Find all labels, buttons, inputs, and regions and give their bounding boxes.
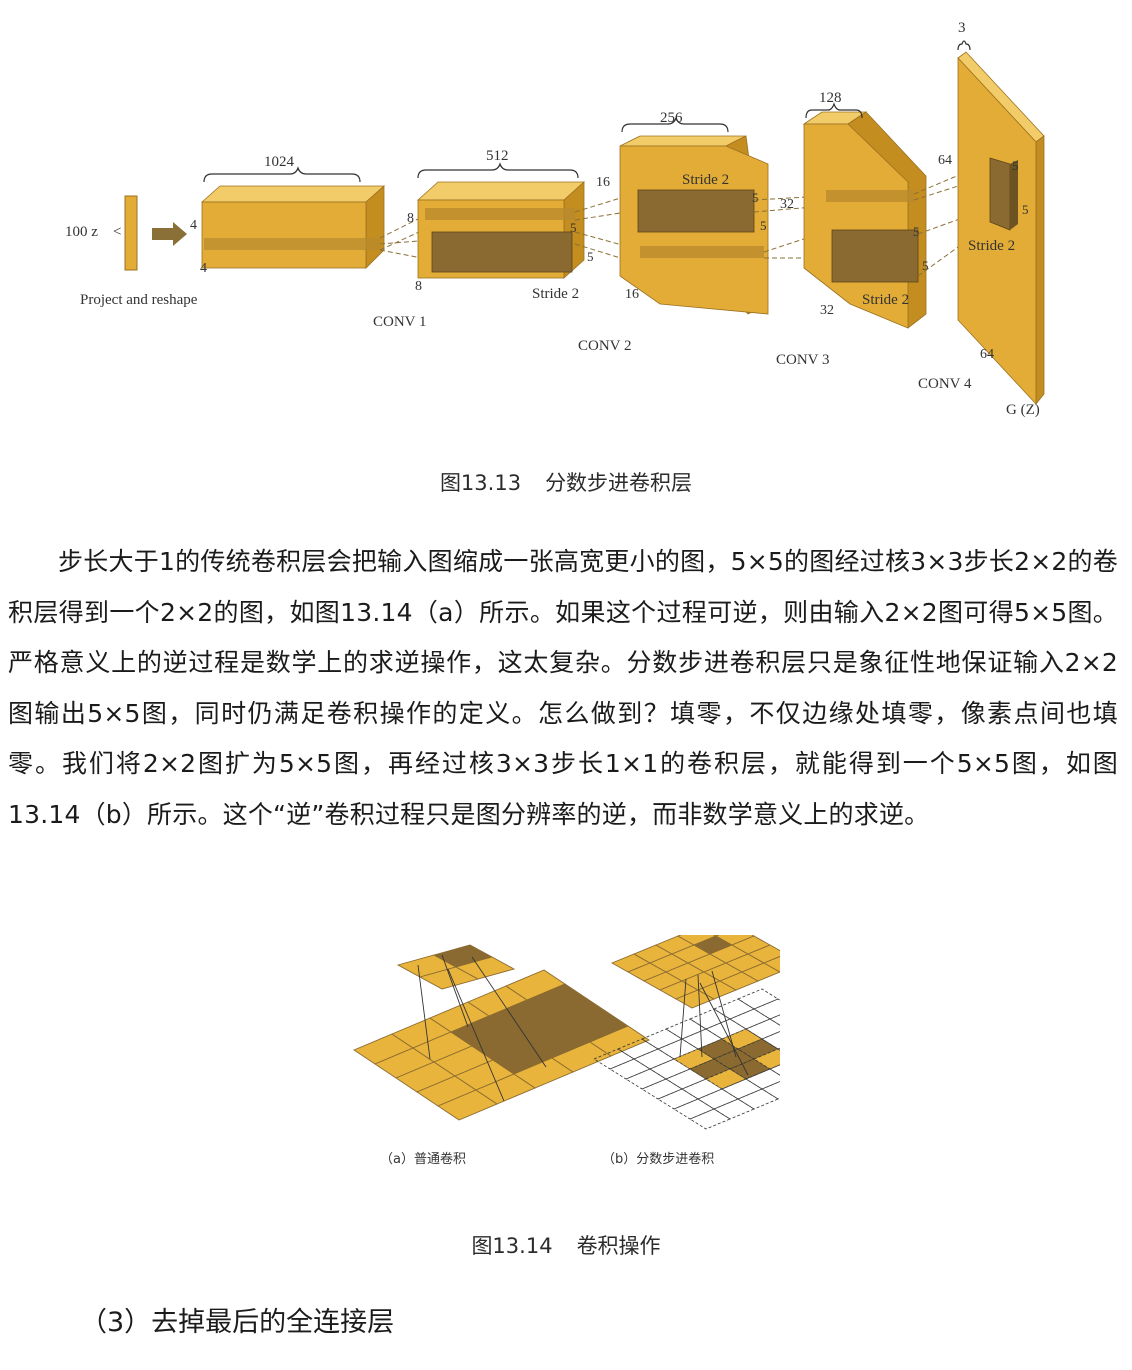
sub-caption-b: （b）分数步进卷积 [602,1151,714,1167]
kernel-conv1 [431,231,573,273]
dcgan-architecture-figure: 100 z < Project and reshape 1024 4 4 512… [65,20,1045,418]
figure-13-13-title: 分数步进卷积层 [545,471,693,495]
label-stride-c3: Stride 2 [862,292,909,308]
label-4-side: 4 [190,218,197,233]
paragraph-text: 步长大于1的传统卷积层会把输入图缩成一张高宽更小的图，5×5的图经过核3×3步长… [8,547,1118,829]
grid-cell [737,988,779,1010]
grid-cell [625,1068,667,1090]
grid-cell [769,1014,780,1026]
grid-cell [641,1078,683,1100]
project-reshape-label: Project and reshape [80,292,198,308]
grid-cell [761,1081,780,1100]
convolution-comparison-figure: （a）普通卷积 （b）分数步进卷积 [353,935,780,1167]
label-stride-c1: Stride 2 [532,286,579,302]
figure-13-14-title: 卷积操作 [576,1234,661,1258]
fractional-conv-input-grid [593,988,780,1130]
label-256: 256 [660,110,683,126]
label-5-c2a: 5 [752,190,759,205]
label-5-c2b: 5 [760,218,767,233]
body-paragraph: 步长大于1的传统卷积层会把输入图缩成一张高宽更小的图，5×5的图经过核3×3步长… [8,537,1118,840]
label-16-bottom: 16 [625,287,639,302]
figure-13-14-caption: 图13.14 卷积操作 [0,1230,1132,1260]
label-8-bottom: 8 [415,279,422,294]
project-arrow [152,222,187,246]
kernel-conv2 [637,189,755,233]
label-5-c4a: 5 [1012,158,1019,173]
figure-13-13-number: 图13.13 [439,471,522,495]
label-conv3: CONV 3 [776,352,829,368]
grid-cell [713,1098,755,1120]
grid-cell [737,1088,779,1110]
label-4-bottom: 4 [200,261,207,276]
label-conv4: CONV 4 [918,376,972,392]
label-5-c1b: 5 [587,249,594,264]
label-5-c4b: 5 [1022,202,1029,217]
normal-conv-input-grid [353,969,650,1121]
grid-cell [609,1058,651,1080]
section-heading: （3）去掉最后的全连接层 [80,1307,395,1338]
label-16-side: 16 [596,175,610,190]
block-4x4x1024 [200,185,386,269]
brace-512 [417,162,579,179]
fractional-conv-output-grid [610,935,780,1009]
grid-cell [729,1008,771,1030]
label-gz: G (Z) [1006,402,1040,418]
label-stride-c2: Stride 2 [682,172,729,188]
kernel-conv4 [989,157,1011,231]
input-z-bar [124,195,138,271]
block-16x16x256 [619,135,769,315]
label-8-side: 8 [407,211,414,226]
figure-13-13-caption: 图13.13 分数步进卷积层 [0,467,1132,497]
output-64x64x3 [957,51,1045,406]
label-stride-c4: Stride 2 [968,238,1015,254]
figure-13-14-number: 图13.14 [471,1234,553,1258]
block-8x8x512 [416,181,586,279]
grid-cell [657,1088,699,1110]
input-z-label: 100 z [65,224,98,240]
kernel-conv3 [831,229,919,283]
grid-cell [713,998,755,1020]
label-conv1: CONV 1 [373,314,426,330]
label-5-c1a: 5 [570,220,577,235]
brace-1024 [203,166,361,183]
grid-cell [753,998,780,1020]
sub-caption-a: （a）普通卷积 [380,1151,466,1167]
label-64-side: 64 [938,153,952,168]
grid-cell [689,1108,731,1130]
label-512: 512 [486,148,509,164]
label-64-bottom: 64 [980,347,994,362]
input-z-angle: < [113,224,121,240]
brace-3 [957,40,971,51]
label-32-side: 32 [780,197,794,212]
grid-cell [697,1088,739,1110]
label-32-bottom: 32 [820,303,834,318]
label-conv2: CONV 2 [578,338,631,354]
label-128: 128 [819,90,842,106]
normal-conv-output-grid [396,944,516,990]
grid-cell [689,1008,731,1030]
label-3: 3 [958,20,966,36]
grid-cell [633,1048,675,1070]
grid-cell [673,1098,715,1120]
label-5-c3a: 5 [913,224,920,239]
label-1024: 1024 [264,154,295,170]
